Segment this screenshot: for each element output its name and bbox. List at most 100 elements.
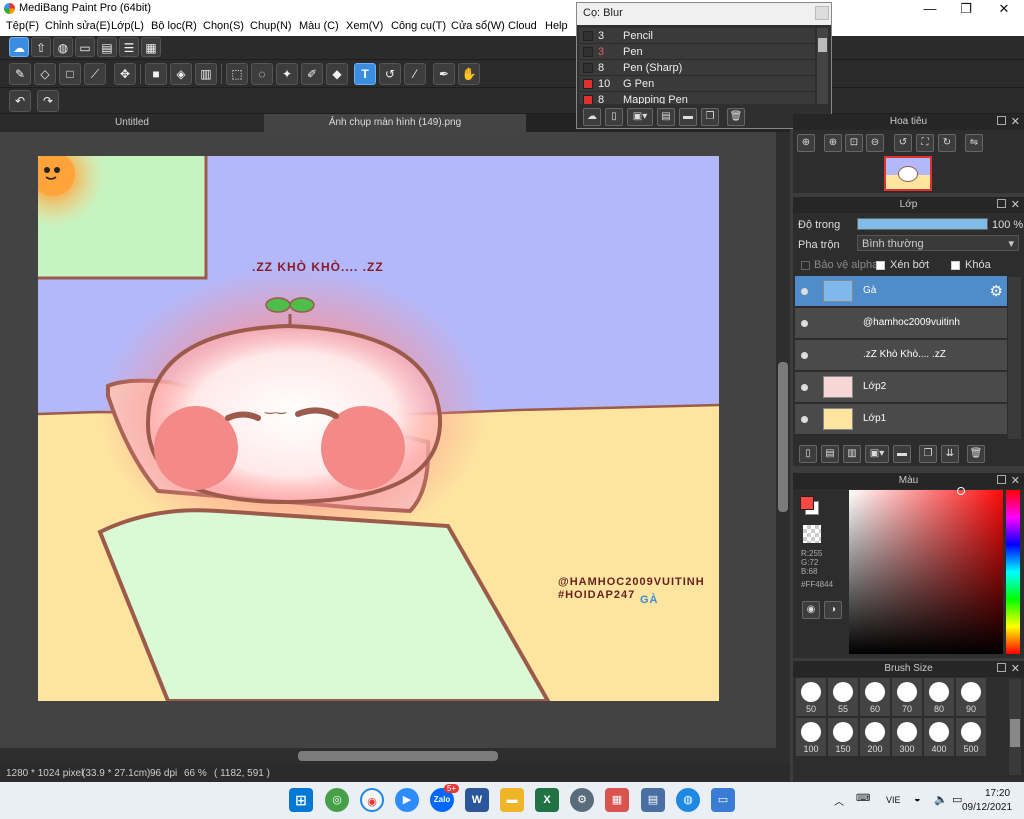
tab-untitled[interactable]: Untitled [0,114,264,132]
brush-item[interactable]: 8 Mapping Pen [579,92,815,104]
delete-layer-icon[interactable]: 🗑 [967,445,985,463]
brush-item[interactable]: 3 Pen [579,44,815,60]
speech-icon[interactable]: ▭ [75,37,95,57]
close-icon[interactable]: ✕ [1011,661,1020,677]
close-icon[interactable]: ✕ [1011,197,1020,213]
protect-alpha-checkbox[interactable] [801,261,810,270]
menu-capture[interactable]: Chụp(N) [250,20,292,32]
brush-size-option[interactable]: 400 [924,718,954,756]
word-icon[interactable]: W [465,788,489,812]
add-layer-menu-icon[interactable]: ▣▾ [865,445,889,463]
maximize-button[interactable]: ❐ [948,0,984,18]
opacity-slider[interactable] [857,218,988,230]
canvas-horizontal-scrollbar[interactable] [0,748,790,764]
rotate-left-icon[interactable]: ↺ [894,134,912,152]
brush-size-option[interactable]: 150 [828,718,858,756]
select-pen-icon[interactable]: ✐ [301,63,323,85]
globe-icon[interactable]: ◍ [676,788,700,812]
shape-tool-icon[interactable]: □ [59,63,81,85]
excel-icon[interactable]: X [535,788,559,812]
duplicate-icon[interactable]: ❐ [701,108,719,126]
menu-color[interactable]: Màu (C) [299,20,339,32]
primary-color-swatch[interactable] [800,496,814,510]
chevron-up-icon[interactable]: ︿ [834,793,844,808]
volume-icon[interactable]: 🔈 [934,793,948,806]
clock-date[interactable]: 09/12/2021 [962,802,1012,813]
zoom-icon[interactable]: ▶ [395,788,419,812]
layer-row[interactable]: Lớp1 [795,404,1007,435]
layer-row[interactable]: Gà ⚙ [795,276,1007,307]
battery-icon[interactable]: ▭ [952,793,962,806]
browser-icon[interactable]: ◎ [325,788,349,812]
scroll-thumb[interactable] [298,751,498,761]
artwork-canvas[interactable]: .ZZ KHÒ KHÒ.... .ZZ ‿‿ @HAMHOC2009VUITIN… [1,124,720,703]
new-halftone-layer-icon[interactable]: ▤ [821,445,839,463]
close-icon[interactable]: ✕ [1011,114,1020,130]
settings-icon[interactable]: ⚙ [570,788,594,812]
calculator-icon[interactable]: ▤ [641,788,665,812]
divide-tool-icon[interactable]: ⁄ [404,63,426,85]
brush-size-option[interactable]: 200 [860,718,890,756]
start-icon[interactable]: ⊞ [289,788,313,812]
brush-cloud-icon[interactable]: ☁ [583,108,601,126]
navigator-thumbnail[interactable] [884,156,932,191]
close-button[interactable]: ✕ [986,0,1022,18]
keyboard-icon[interactable]: ⌨ [856,793,870,804]
layer-row[interactable]: @hamhoc2009vuitinh [795,308,1007,339]
menu-select[interactable]: Chọn(S) [203,20,244,32]
operation-tool-icon[interactable]: ↺ [379,63,401,85]
clock-time[interactable]: 17:20 [985,788,1010,799]
line-tool-icon[interactable]: ⟋ [84,63,106,85]
visibility-icon[interactable] [801,288,808,295]
text-tool-icon[interactable]: T [354,63,376,85]
folder-icon[interactable]: ▬ [679,108,697,126]
zoom-in-icon[interactable]: ⊕ [824,134,842,152]
brush-size-option[interactable]: 80 [924,678,954,716]
layer-row[interactable]: .zZ Khò Khò.... .zZ [795,340,1007,371]
bucket-tool-icon[interactable]: ◈ [170,63,192,85]
fill-rect-icon[interactable]: ■ [145,63,167,85]
brush-size-option[interactable]: 300 [892,718,922,756]
lasso-tool-icon[interactable]: ◌ [251,63,273,85]
color-picker-cursor[interactable] [957,487,965,495]
layers-scrollbar[interactable] [1008,277,1021,439]
brush-item[interactable]: 10 G Pen [579,76,815,92]
menu-tools[interactable]: Công cụ(T) [391,20,446,32]
scroll-thumb[interactable] [778,362,788,512]
remote-desktop-icon[interactable]: ▭ [711,788,735,812]
select-rect-icon[interactable]: ⬚ [226,63,248,85]
brush-size-scrollbar[interactable] [1009,679,1021,775]
page-icon[interactable]: ▤ [97,37,117,57]
close-icon[interactable]: ✕ [1011,473,1020,489]
visibility-icon[interactable] [801,320,808,327]
menu-edit[interactable]: Chỉnh sửa(E) [45,20,110,32]
flip-icon[interactable]: ⇋ [965,134,983,152]
brush-item[interactable]: 8 Pen (Sharp) [579,60,815,76]
popout-icon[interactable] [997,116,1006,125]
hand-tool-icon[interactable]: ✋ [458,63,480,85]
menu-cloud[interactable]: Cloud [508,20,537,32]
popout-icon[interactable] [997,663,1006,672]
language-indicator[interactable]: VIE [886,795,901,805]
medibang-icon[interactable]: ◉ [360,788,384,812]
rotate-right-icon[interactable]: ↻ [938,134,956,152]
move-tool-icon[interactable]: ✥ [114,63,136,85]
menu-file[interactable]: Tệp(F) [6,20,39,32]
eraser-tool-icon[interactable]: ◇ [34,63,56,85]
blend-mode-select[interactable]: Bình thường ▾ [857,235,1019,251]
minimize-button[interactable]: — [912,0,948,18]
folder-icon[interactable]: ▬ [893,445,911,463]
gear-icon[interactable]: ⚙ [990,282,1003,300]
zoom-in-icon[interactable]: ⊕ [797,134,815,152]
brush-size-option[interactable]: 100 [796,718,826,756]
fit-icon[interactable]: ⊡ [845,134,863,152]
folder-icon[interactable]: ▬ [500,788,524,812]
zoom-out-icon[interactable]: ⊖ [866,134,884,152]
brush-item[interactable]: 3 Pencil [579,28,815,44]
visibility-icon[interactable] [801,416,808,423]
visibility-icon[interactable] [801,384,808,391]
redo-icon[interactable]: ↷ [37,90,59,112]
visibility-icon[interactable] [801,352,808,359]
comment-icon[interactable]: ◍ [53,37,73,57]
duplicate-layer-icon[interactable]: ❐ [919,445,937,463]
